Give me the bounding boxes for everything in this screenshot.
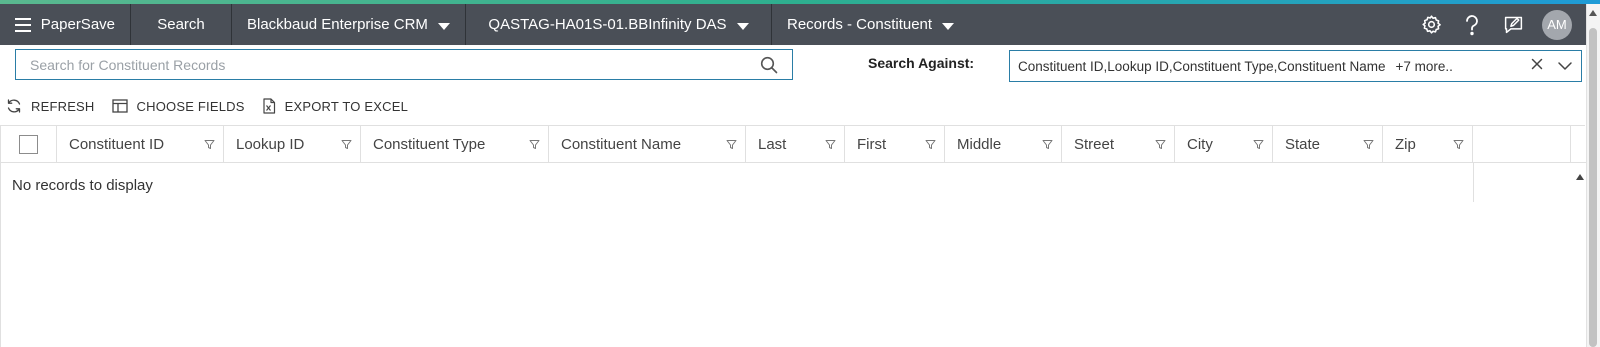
- app-name: PaperSave: [40, 16, 115, 33]
- column-header-label: Middle: [957, 135, 1002, 153]
- search-against-value: Constituent ID,Lookup ID,Constituent Typ…: [1018, 58, 1386, 74]
- record-search-box: [15, 49, 793, 80]
- filter-icon[interactable]: [1042, 139, 1053, 150]
- refresh-button[interactable]: REFRESH: [6, 99, 95, 114]
- select-all-checkbox[interactable]: [19, 134, 38, 154]
- filter-icon[interactable]: [529, 139, 540, 150]
- columns-icon: [111, 99, 128, 113]
- filter-icon[interactable]: [204, 139, 215, 150]
- database-selector-label: QASTAG-HA01S-01.BBInfinity DAS: [488, 16, 727, 33]
- excel-file-icon: [263, 98, 275, 114]
- feedback-icon[interactable]: [1502, 14, 1524, 36]
- gear-icon[interactable]: [1420, 14, 1442, 36]
- column-header-label: Constituent ID: [69, 135, 165, 153]
- column-header-street[interactable]: Street: [1062, 126, 1175, 162]
- column-header-state[interactable]: State: [1273, 126, 1383, 162]
- filter-icon[interactable]: [1363, 139, 1374, 150]
- column-header-label: Zip: [1395, 135, 1416, 153]
- column-header-constituent-type[interactable]: Constituent Type: [361, 126, 549, 162]
- user-avatar[interactable]: AM: [1542, 9, 1572, 40]
- filter-icon[interactable]: [825, 139, 836, 150]
- record-search-input[interactable]: [30, 56, 760, 73]
- filter-icon[interactable]: [1155, 139, 1166, 150]
- column-header-label: Street: [1074, 135, 1115, 153]
- column-header-last[interactable]: Last: [746, 126, 845, 162]
- database-selector-dropdown[interactable]: QASTAG-HA01S-01.BBInfinity DAS: [466, 4, 772, 45]
- nav-search-button[interactable]: Search: [131, 4, 232, 45]
- crm-selector-dropdown[interactable]: Blackbaud Enterprise CRM: [232, 4, 466, 45]
- column-header-zip[interactable]: Zip: [1383, 126, 1473, 162]
- export-to-excel-button[interactable]: EXPORT TO EXCEL: [262, 98, 408, 114]
- column-header-constituent-id[interactable]: Constituent ID: [57, 126, 224, 162]
- column-header-spacer: [1473, 126, 1571, 162]
- column-header-city[interactable]: City: [1175, 126, 1273, 162]
- grid-toolbar: REFRESH CHOOSE FIELDS EXPORT TO EXCEL: [6, 96, 425, 116]
- column-header-label: Constituent Name: [561, 135, 682, 153]
- grid-body-divider: [1473, 163, 1474, 202]
- caret-down-icon: [736, 22, 749, 30]
- column-header-label: First: [857, 135, 887, 153]
- clear-icon[interactable]: [1531, 57, 1543, 75]
- filter-icon[interactable]: [1453, 139, 1464, 150]
- app-menu[interactable]: PaperSave: [0, 4, 131, 45]
- scroll-up-arrow-icon[interactable]: [1589, 10, 1597, 16]
- nav-search-label: Search: [157, 16, 205, 33]
- filter-icon[interactable]: [726, 139, 737, 150]
- column-header-label: Last: [758, 135, 787, 153]
- record-type-dropdown[interactable]: Records - Constituent: [772, 4, 972, 45]
- filter-icon[interactable]: [341, 139, 352, 150]
- page-scrollbar-thumb[interactable]: [1589, 28, 1597, 347]
- search-against-label: Search Against:: [868, 55, 975, 71]
- search-against-more: +7 more..: [1395, 58, 1453, 74]
- search-against-multiselect[interactable]: Constituent ID,Lookup ID,Constituent Typ…: [1009, 50, 1582, 82]
- caret-down-icon: [942, 22, 955, 30]
- records-grid: Constituent ID Lookup ID Constituent Typ…: [0, 125, 1586, 347]
- column-header-lookup-id[interactable]: Lookup ID: [224, 126, 361, 162]
- grid-scroll-up-icon[interactable]: [1576, 174, 1584, 180]
- refresh-label: REFRESH: [31, 98, 95, 114]
- column-header-first[interactable]: First: [845, 126, 945, 162]
- topbar-actions: AM: [1401, 4, 1600, 45]
- filter-icon[interactable]: [1253, 139, 1264, 150]
- caret-down-icon: [437, 22, 450, 30]
- choose-fields-label: CHOOSE FIELDS: [136, 98, 245, 114]
- filter-icon[interactable]: [925, 139, 936, 150]
- column-header-label: Lookup ID: [236, 135, 305, 153]
- empty-grid-message: No records to display: [12, 177, 153, 194]
- export-to-excel-label: EXPORT TO EXCEL: [284, 98, 409, 114]
- column-header-label: State: [1285, 135, 1321, 153]
- grid-header-row: Constituent ID Lookup ID Constituent Typ…: [1, 126, 1586, 163]
- top-navigation-bar: PaperSave Search Blackbaud Enterprise CR…: [0, 4, 1600, 45]
- chevron-down-icon[interactable]: [1557, 58, 1573, 74]
- search-icon[interactable]: [760, 56, 778, 74]
- choose-fields-button[interactable]: CHOOSE FIELDS: [111, 98, 245, 114]
- refresh-icon: [7, 99, 21, 113]
- column-header-label: City: [1187, 135, 1213, 153]
- column-header-label: Constituent Type: [373, 135, 486, 153]
- select-all-cell: [1, 126, 57, 162]
- menu-icon[interactable]: [15, 17, 31, 32]
- column-header-middle[interactable]: Middle: [945, 126, 1062, 162]
- column-header-constituent-name[interactable]: Constituent Name: [549, 126, 746, 162]
- record-type-label: Records - Constituent: [787, 16, 933, 33]
- crm-selector-label: Blackbaud Enterprise CRM: [247, 16, 428, 33]
- help-icon[interactable]: [1461, 14, 1483, 36]
